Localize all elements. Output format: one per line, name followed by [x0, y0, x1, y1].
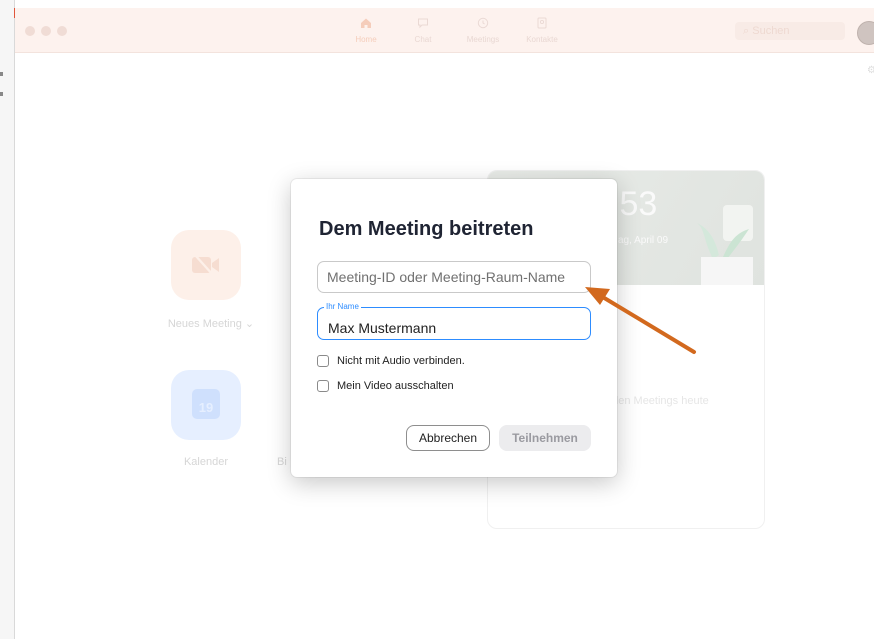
- calendar-day: 19: [198, 400, 214, 415]
- cancel-button[interactable]: Abbrechen: [406, 425, 490, 451]
- new-meeting-label: Neues Meeting ⌄: [167, 318, 255, 330]
- nav-meetings-label: Meetings: [466, 35, 500, 44]
- join-button[interactable]: Teilnehmen: [499, 425, 591, 451]
- calendar-icon: 19: [192, 389, 220, 419]
- dialog-title: Dem Meeting beitreten: [319, 218, 534, 240]
- edge-tick: [0, 92, 3, 96]
- nav-meetings[interactable]: Meetings: [453, 17, 513, 44]
- partial-tile-label: Bi: [277, 456, 287, 468]
- video-off-label: Mein Video ausschalten: [337, 380, 454, 392]
- no-audio-option[interactable]: Nicht mit Audio verbinden.: [317, 353, 465, 369]
- nav-contacts[interactable]: Kontakte: [512, 17, 572, 44]
- close-window-button[interactable]: [25, 26, 35, 36]
- video-off-option[interactable]: Mein Video ausschalten: [317, 378, 454, 394]
- contacts-icon: [512, 17, 572, 31]
- search-label: Suchen: [752, 25, 790, 37]
- card-clock: :53: [610, 185, 658, 223]
- nav-chat-label: Chat: [414, 35, 432, 44]
- avatar[interactable]: [857, 21, 874, 45]
- nav-chat[interactable]: Chat: [393, 17, 453, 44]
- join-meeting-dialog: Dem Meeting beitreten Ihr Name Nicht mit…: [291, 179, 617, 477]
- plant-illustration: [697, 205, 753, 285]
- no-audio-checkbox[interactable]: [317, 355, 329, 367]
- calendar-tile[interactable]: 19: [171, 370, 241, 440]
- card-date: ag, April 09: [618, 235, 669, 246]
- titlebar: Home Chat Meetings Kontakte ⌕ Suchen: [15, 8, 874, 53]
- name-field[interactable]: Ihr Name: [317, 302, 591, 340]
- nav-home[interactable]: Home: [336, 17, 396, 44]
- minimize-window-button[interactable]: [41, 26, 51, 36]
- chat-icon: [393, 17, 453, 31]
- name-input[interactable]: [318, 318, 588, 338]
- home-icon: [336, 17, 396, 31]
- search-icon: ⌕: [743, 25, 750, 37]
- name-field-label: Ihr Name: [324, 302, 361, 312]
- clock-icon: [453, 17, 513, 31]
- gear-icon[interactable]: ⚙: [867, 65, 874, 76]
- zoom-window-button[interactable]: [57, 26, 67, 36]
- no-meetings-message: nden Meetings heute: [606, 395, 709, 407]
- meeting-id-input[interactable]: [317, 261, 591, 293]
- new-meeting-tile[interactable]: [171, 230, 241, 300]
- nav-home-label: Home: [355, 35, 377, 44]
- video-off-icon: [191, 254, 221, 281]
- left-window-strip: [0, 0, 16, 639]
- calendar-label: Kalender: [183, 456, 229, 468]
- nav-contacts-label: Kontakte: [526, 35, 558, 44]
- no-audio-label: Nicht mit Audio verbinden.: [337, 355, 465, 367]
- video-off-checkbox[interactable]: [317, 380, 329, 392]
- search-field[interactable]: ⌕ Suchen: [735, 22, 845, 40]
- edge-tick: [0, 72, 3, 76]
